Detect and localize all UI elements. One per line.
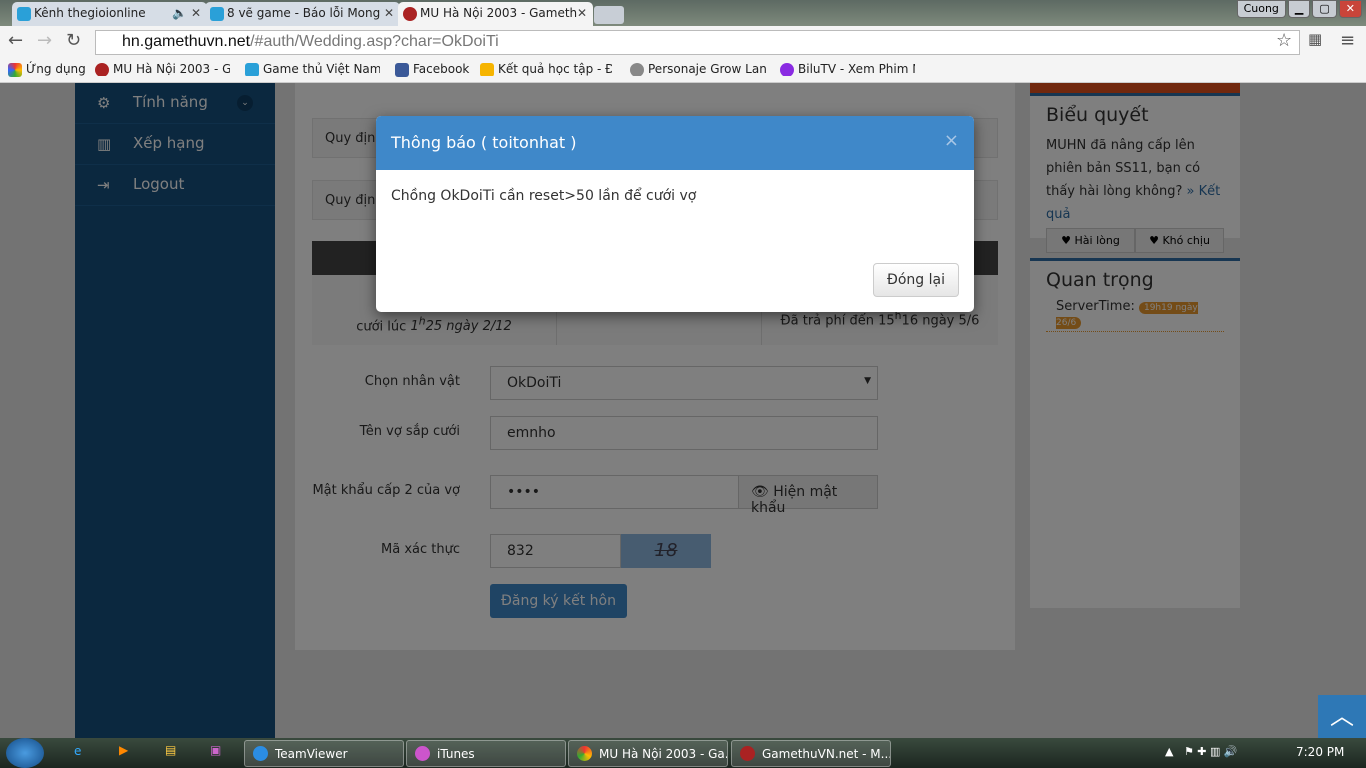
back-icon[interactable]: ← — [8, 30, 23, 51]
tray-icons[interactable]: ▲ ⚑ ✚ ▥ 🔊 — [1165, 745, 1238, 758]
close-window-button[interactable]: ✕ — [1338, 0, 1362, 18]
taskbar-itunes[interactable]: iTunes — [406, 740, 566, 767]
chevron-up-icon: ︿ — [1330, 702, 1354, 730]
start-button[interactable] — [6, 738, 44, 768]
site-icon — [210, 7, 224, 21]
taskbar-gamethuvn[interactable]: GamethuVN.net - M... — [731, 740, 891, 767]
user-badge[interactable]: Cuong — [1236, 0, 1286, 18]
taskbar-chrome[interactable]: MU Hà Nội 2003 - Ga... — [568, 740, 728, 767]
star-icon[interactable]: ☆ — [1276, 30, 1292, 51]
qr-icon[interactable]: ▦ — [1308, 30, 1322, 48]
bookmark-apps[interactable]: Ứng dụng — [8, 62, 86, 77]
tab-thegioionline[interactable]: Kênh thegioionline 🔈 ✕ — [12, 2, 207, 26]
bookmark-facebook[interactable]: Facebook — [395, 62, 469, 77]
close-tab-icon[interactable]: ✕ — [577, 6, 587, 20]
close-modal-button[interactable]: Đóng lại — [873, 263, 959, 297]
close-tab-icon[interactable]: 🔈 ✕ — [172, 6, 201, 20]
close-tab-icon[interactable]: ✕ — [384, 6, 394, 20]
tab-strip: Kênh thegioionline 🔈 ✕ 8 vẽ game - Báo lỗ… — [0, 0, 1366, 26]
tab-mu-hanoi[interactable]: MU Hà Nội 2003 - Gameth ✕ — [398, 2, 593, 26]
taskbar: e ▶ ▤ ▣ TeamViewer iTunes MU Hà Nội 2003… — [0, 738, 1366, 768]
close-icon[interactable]: × — [944, 130, 959, 151]
reload-icon[interactable]: ↻ — [66, 30, 81, 51]
modal-title: Thông báo ( toitonhat ) — [376, 116, 974, 170]
game-icon[interactable]: ▣ — [210, 743, 221, 757]
media-player-icon[interactable]: ▶ — [119, 743, 128, 757]
tab-8vegame[interactable]: 8 vẽ game - Báo lỗi Mong ✕ — [205, 2, 400, 26]
scroll-to-top-button[interactable]: ︿ — [1318, 695, 1366, 738]
modal-message: Chồng OkDoiTi cần reset>50 lần để cưới v… — [391, 188, 697, 204]
bookmark-gamethu[interactable]: Game thủ Việt Nam- I — [245, 62, 380, 76]
ie-icon[interactable]: e — [74, 744, 81, 758]
maximize-button[interactable]: ▢ — [1312, 0, 1337, 18]
bookmark-mu[interactable]: MU Hà Nội 2003 - Ga — [95, 62, 230, 76]
taskbar-teamviewer[interactable]: TeamViewer — [244, 740, 404, 767]
bookmarks-bar: Ứng dụng MU Hà Nội 2003 - Ga Game thủ Vi… — [0, 58, 1366, 83]
address-bar[interactable]: hn.gamethuvn.net/#auth/Wedding.asp?char=… — [95, 30, 1300, 55]
new-tab-button[interactable] — [594, 6, 624, 24]
minimize-button[interactable]: ▁ — [1287, 0, 1311, 18]
menu-icon[interactable]: ≡ — [1340, 30, 1355, 51]
bookmark-personaje[interactable]: Personaje Grow Lance — [630, 62, 766, 76]
clock[interactable]: 7:20 PM — [1296, 745, 1344, 759]
notification-modal: Thông báo ( toitonhat ) × Chồng OkDoiTi … — [376, 116, 974, 312]
bookmark-bilutv[interactable]: BiluTV - Xem Phim Nh — [780, 62, 915, 76]
site-icon — [17, 7, 31, 21]
bookmark-ketqua[interactable]: Kết quả học tập - ĐH — [480, 62, 612, 76]
forward-icon[interactable]: → — [37, 30, 52, 51]
explorer-icon[interactable]: ▤ — [165, 743, 176, 757]
toolbar: ← → ↻ hn.gamethuvn.net/#auth/Wedding.asp… — [0, 26, 1366, 58]
site-icon — [403, 7, 417, 21]
